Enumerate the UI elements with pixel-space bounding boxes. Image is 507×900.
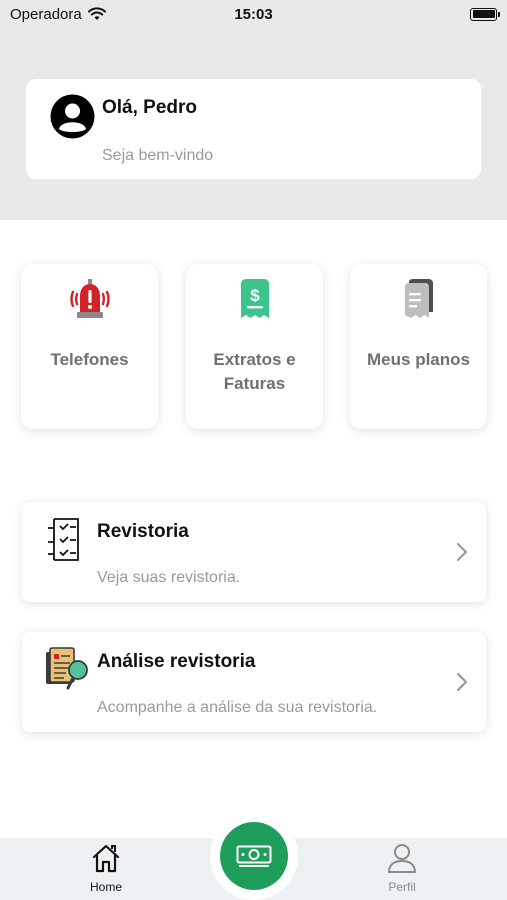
tile-label: Meus planos xyxy=(367,350,470,369)
svg-text:$: $ xyxy=(250,286,260,305)
tile-meus-planos[interactable]: Meus planos xyxy=(350,264,487,429)
alarm-bell-icon xyxy=(69,279,110,318)
battery-icon xyxy=(470,7,500,21)
wifi-icon xyxy=(87,7,106,20)
carrier-label: Operadora xyxy=(10,5,82,23)
tile-extratos-faturas[interactable]: $ Extratos e Faturas xyxy=(186,264,323,429)
list-item-subtitle: Acompanhe a análise da sua revistoria. xyxy=(97,699,378,716)
tile-label: Extratos e Faturas xyxy=(213,350,296,393)
list-item-analise-revistoria[interactable]: Análise revistoria Acompanhe a análise d… xyxy=(22,632,486,732)
list-item-title: Revistoria xyxy=(97,521,189,542)
home-icon xyxy=(92,844,120,873)
money-icon xyxy=(236,845,272,867)
tab-home[interactable]: Home xyxy=(46,838,166,900)
tab-profile[interactable]: Perfil xyxy=(342,838,462,900)
status-bar: Operadora 15:03 xyxy=(0,0,507,28)
chevron-right-icon xyxy=(456,672,468,692)
list-item-title: Análise revistoria xyxy=(97,651,256,672)
documents-icon xyxy=(404,279,433,318)
list-item-subtitle: Veja suas revistoria. xyxy=(97,569,241,586)
money-center-button[interactable] xyxy=(220,822,288,890)
user-icon xyxy=(388,844,416,873)
status-left: Operadora xyxy=(10,6,106,23)
greeting-title: Olá, Pedro xyxy=(102,97,198,118)
document-search-icon xyxy=(46,647,88,690)
chevron-right-icon xyxy=(456,542,468,562)
receipt-dollar-icon: $ xyxy=(240,279,269,318)
tile-label: Telefones xyxy=(50,350,129,369)
tab-profile-label: Perfil xyxy=(388,880,416,894)
list-item-revistoria[interactable]: Revistoria Veja suas revistoria. xyxy=(22,502,486,602)
greeting-card: Olá, Pedro Seja bem-vindo xyxy=(26,79,481,179)
greeting-subtitle: Seja bem-vindo xyxy=(102,147,214,164)
tab-home-label: Home xyxy=(89,880,122,894)
tile-telefones[interactable]: Telefones xyxy=(21,264,158,429)
checklist-icon xyxy=(48,518,79,561)
user-circle-icon xyxy=(50,94,95,139)
